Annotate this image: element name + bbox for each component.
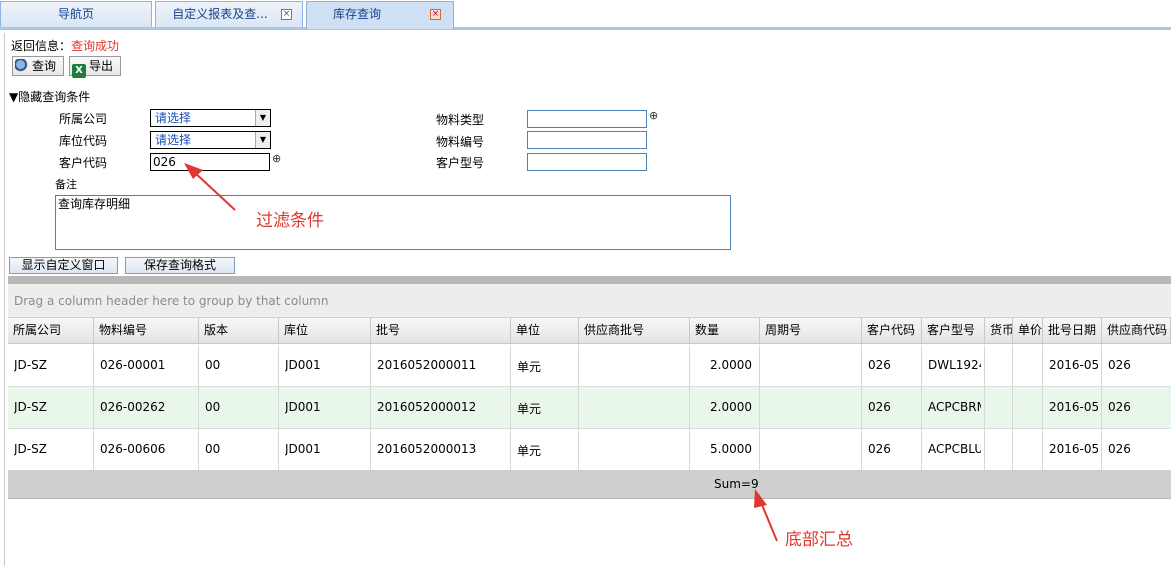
annotation-arrowhead-footer xyxy=(754,489,767,508)
filter-annotation: 过滤条件 xyxy=(256,211,324,231)
annotation-arrow-filter xyxy=(192,170,236,211)
annotation-layer xyxy=(184,163,778,542)
footer-annotation: 底部汇总 xyxy=(785,530,853,550)
annotation-arrow-footer xyxy=(759,499,778,542)
